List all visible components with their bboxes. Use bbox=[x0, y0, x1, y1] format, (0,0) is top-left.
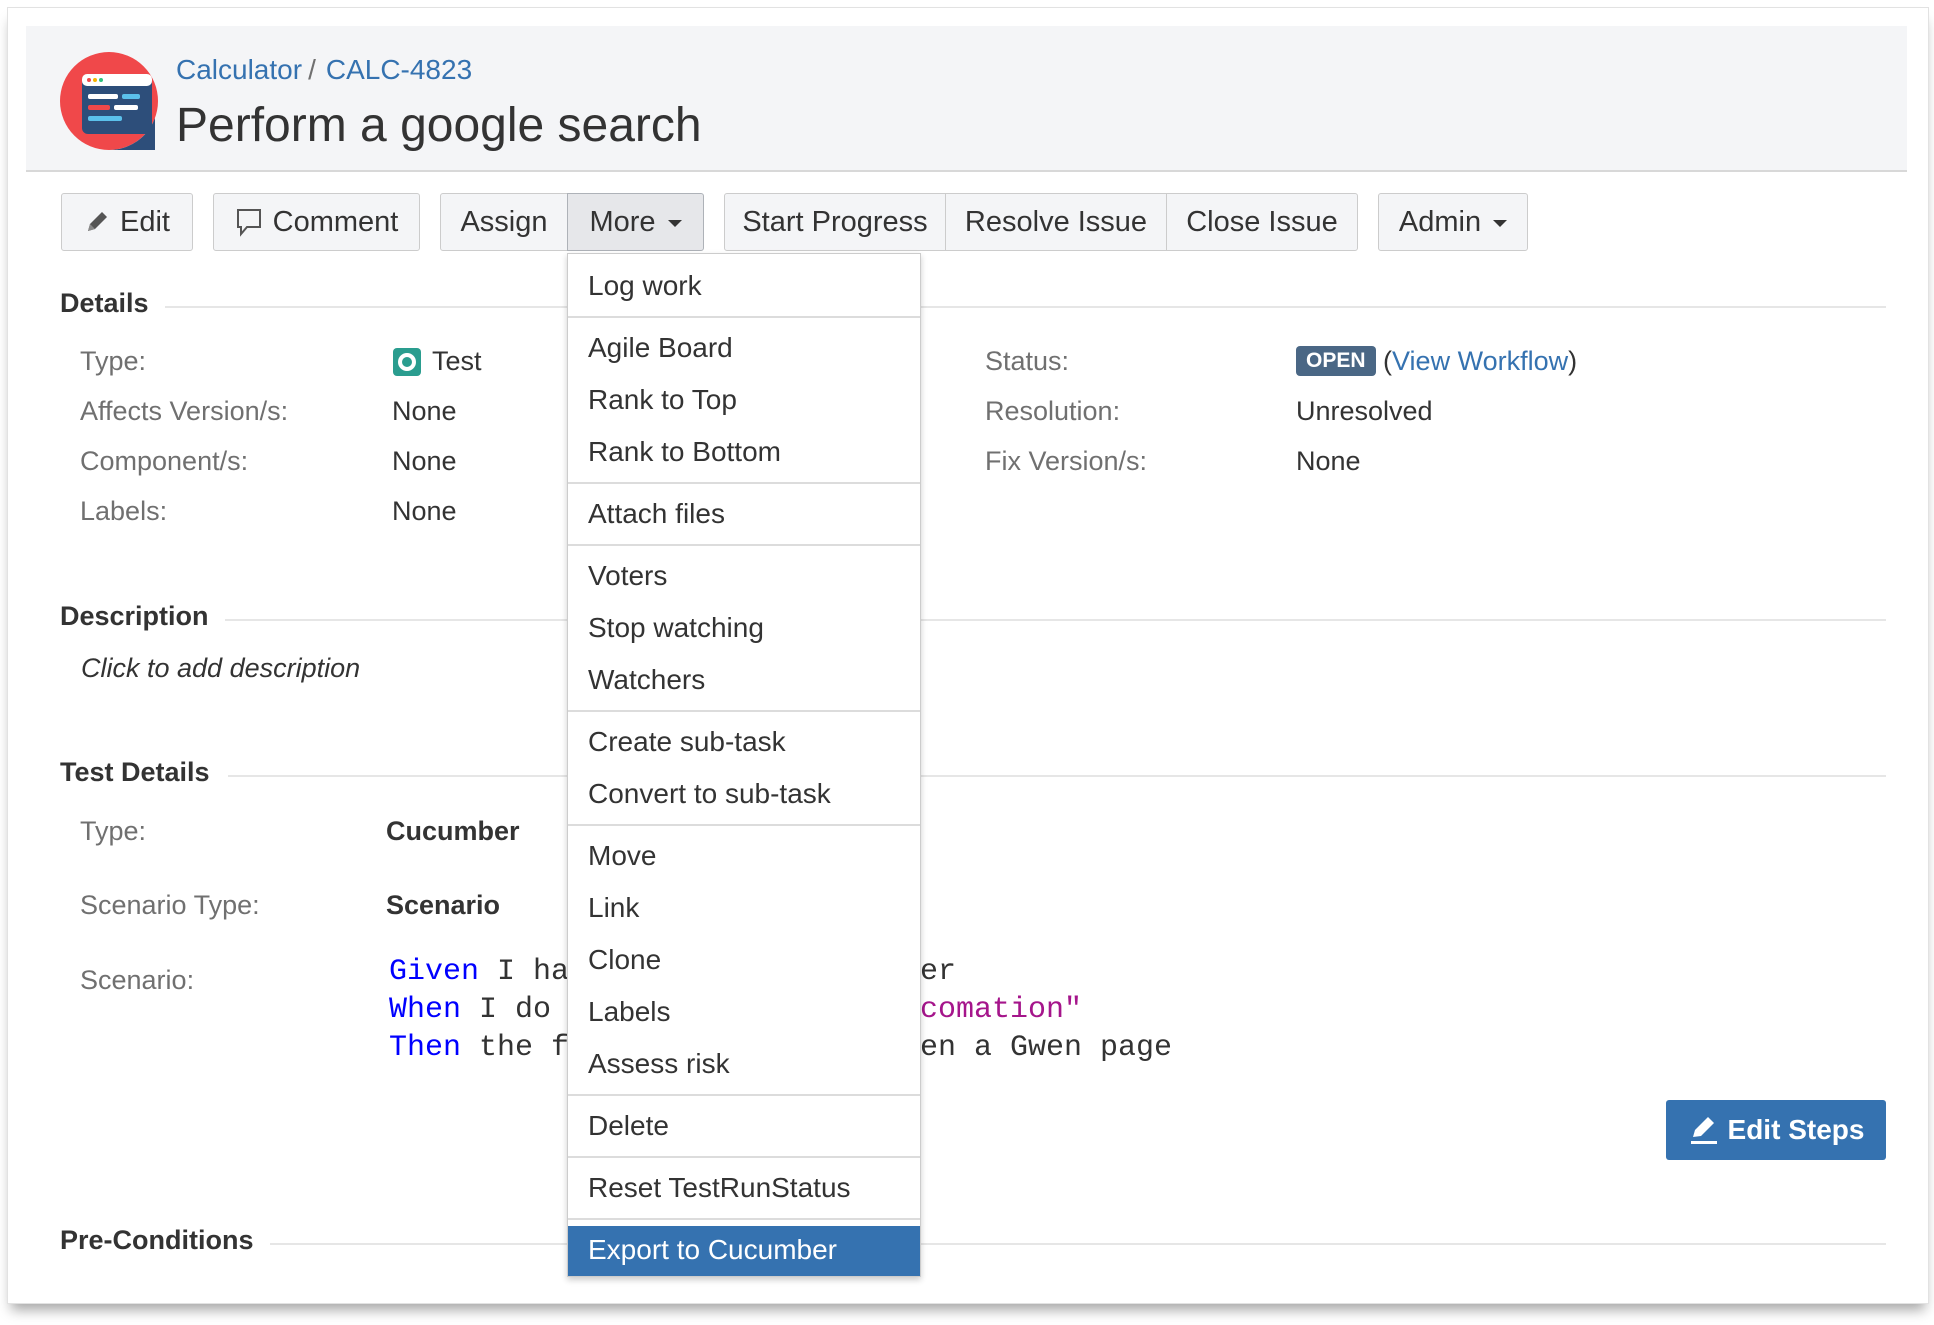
details-heading: Details bbox=[60, 288, 149, 318]
admin-button-label: Admin bbox=[1398, 205, 1482, 238]
scenario-type-label: Scenario Type: bbox=[80, 890, 260, 920]
gherkin-keyword: Given bbox=[389, 955, 480, 989]
type-value: Test bbox=[392, 346, 482, 377]
menu-divider bbox=[568, 710, 920, 712]
test-issue-type-icon bbox=[393, 347, 421, 376]
breadcrumb-project-link[interactable]: Calculator bbox=[176, 54, 302, 85]
scenario-label: Scenario: bbox=[80, 965, 195, 995]
menu-item-rank-to-bottom[interactable]: Rank to Bottom bbox=[588, 436, 781, 468]
scenario-type-value: Scenario bbox=[386, 890, 501, 920]
edit-button[interactable]: Edit bbox=[61, 193, 193, 251]
status-badge: OPEN bbox=[1296, 346, 1376, 376]
pencil-icon bbox=[1690, 1117, 1717, 1144]
type-value-text: Test bbox=[432, 346, 482, 376]
labels-value: None bbox=[392, 496, 457, 526]
type-label: Type: bbox=[80, 346, 147, 376]
affects-version-label: Affects Version/s: bbox=[80, 396, 289, 426]
menu-item-clone[interactable]: Clone bbox=[588, 944, 661, 976]
menu-divider bbox=[568, 1218, 920, 1220]
resolve-issue-button[interactable]: Resolve Issue bbox=[945, 193, 1167, 251]
status-value: OPEN (View Workflow) bbox=[1296, 346, 1577, 377]
menu-item-labels[interactable]: Labels bbox=[588, 996, 671, 1028]
pencil-icon bbox=[88, 212, 107, 231]
scenario-line-1: Given I hav bbox=[389, 955, 587, 989]
scenario-line-2: When I do c bbox=[389, 993, 587, 1027]
menu-item-convert-to-sub-task[interactable]: Convert to sub-task bbox=[588, 778, 831, 810]
menu-item-watchers[interactable]: Watchers bbox=[588, 664, 705, 696]
gherkin-keyword: Then bbox=[389, 1031, 462, 1065]
menu-item-log-work[interactable]: Log work bbox=[588, 270, 702, 302]
chevron-down-icon bbox=[1493, 220, 1508, 227]
description-field[interactable]: Click to add description bbox=[81, 653, 360, 684]
chevron-down-icon bbox=[667, 220, 682, 227]
fix-version-label: Fix Version/s: bbox=[985, 446, 1148, 476]
component-value: None bbox=[392, 446, 457, 476]
labels-label: Labels: bbox=[80, 496, 168, 526]
scenario-line-2-tail: comation" bbox=[920, 993, 1083, 1027]
workflow-paren-close: ) bbox=[1568, 346, 1578, 376]
scenario-line-1-tail: er bbox=[920, 955, 957, 989]
scenario-line-3-tail: en a Gwen page bbox=[920, 1031, 1173, 1065]
assign-button[interactable]: Assign bbox=[440, 193, 568, 251]
close-issue-button[interactable]: Close Issue bbox=[1166, 193, 1358, 251]
menu-divider bbox=[568, 316, 920, 318]
menu-item-assess-risk[interactable]: Assess risk bbox=[588, 1048, 730, 1080]
admin-dropdown-button[interactable]: Admin bbox=[1378, 193, 1528, 251]
menu-divider bbox=[568, 1094, 920, 1096]
menu-item-reset-testrunstatus[interactable]: Reset TestRunStatus bbox=[588, 1172, 851, 1204]
comment-icon bbox=[236, 209, 261, 237]
more-dropdown-button[interactable]: More bbox=[567, 193, 704, 251]
test-details-heading: Test Details bbox=[60, 757, 210, 787]
affects-version-value: None bbox=[392, 396, 457, 426]
resolution-label: Resolution: bbox=[985, 396, 1121, 426]
menu-divider bbox=[568, 824, 920, 826]
menu-item-voters[interactable]: Voters bbox=[588, 560, 667, 592]
menu-item-link[interactable]: Link bbox=[588, 892, 639, 924]
component-label: Component/s: bbox=[80, 446, 249, 476]
test-type-value: Cucumber bbox=[386, 816, 520, 846]
edit-steps-button[interactable]: Edit Steps bbox=[1666, 1100, 1886, 1160]
test-type-label: Type: bbox=[80, 816, 147, 846]
more-dropdown-menu: Log work Agile Board Rank to Top Rank to… bbox=[567, 253, 921, 1277]
comment-button[interactable]: Comment bbox=[213, 193, 420, 251]
menu-divider bbox=[568, 544, 920, 546]
divider bbox=[228, 775, 1886, 777]
preconditions-heading: Pre-Conditions bbox=[60, 1225, 254, 1255]
edit-button-label: Edit bbox=[120, 205, 170, 238]
start-progress-button[interactable]: Start Progress bbox=[724, 193, 946, 251]
resolution-value: Unresolved bbox=[1296, 396, 1433, 426]
menu-item-export-label: Export to Cucumber bbox=[588, 1234, 837, 1265]
fix-version-value: None bbox=[1296, 446, 1361, 476]
menu-item-rank-to-top[interactable]: Rank to Top bbox=[588, 384, 737, 416]
menu-item-attach-files[interactable]: Attach files bbox=[588, 498, 725, 530]
breadcrumb-separator: / bbox=[308, 54, 316, 85]
edit-steps-label: Edit Steps bbox=[1727, 1114, 1865, 1145]
menu-item-move[interactable]: Move bbox=[588, 840, 656, 872]
description-heading: Description bbox=[60, 601, 209, 631]
menu-item-stop-watching[interactable]: Stop watching bbox=[588, 612, 764, 644]
breadcrumb-issue-key-link[interactable]: CALC-4823 bbox=[326, 54, 472, 85]
menu-divider bbox=[568, 1156, 920, 1158]
divider bbox=[270, 1243, 1886, 1245]
more-button-label: More bbox=[589, 205, 656, 238]
comment-button-label: Comment bbox=[272, 205, 399, 238]
issue-header: Calculator / CALC-4823 Perform a google se… bbox=[26, 26, 1907, 172]
menu-item-export-to-cucumber[interactable]: Export to Cucumber bbox=[568, 1226, 920, 1276]
menu-item-agile-board[interactable]: Agile Board bbox=[588, 332, 733, 364]
workflow-paren-open: ( bbox=[1383, 346, 1393, 376]
view-workflow-link[interactable]: View Workflow bbox=[1392, 346, 1568, 376]
breadcrumb: Calculator / CALC-4823 bbox=[176, 54, 472, 86]
divider bbox=[165, 306, 1886, 308]
issue-title[interactable]: Perform a google search bbox=[176, 98, 702, 153]
status-label: Status: bbox=[985, 346, 1070, 376]
project-avatar-icon bbox=[60, 52, 158, 150]
menu-divider bbox=[568, 482, 920, 484]
gherkin-keyword: When bbox=[389, 993, 462, 1027]
menu-item-delete[interactable]: Delete bbox=[588, 1110, 669, 1142]
menu-item-create-sub-task[interactable]: Create sub-task bbox=[588, 726, 786, 758]
scenario-line-3: Then the fi bbox=[389, 1031, 587, 1065]
divider bbox=[225, 619, 1886, 621]
